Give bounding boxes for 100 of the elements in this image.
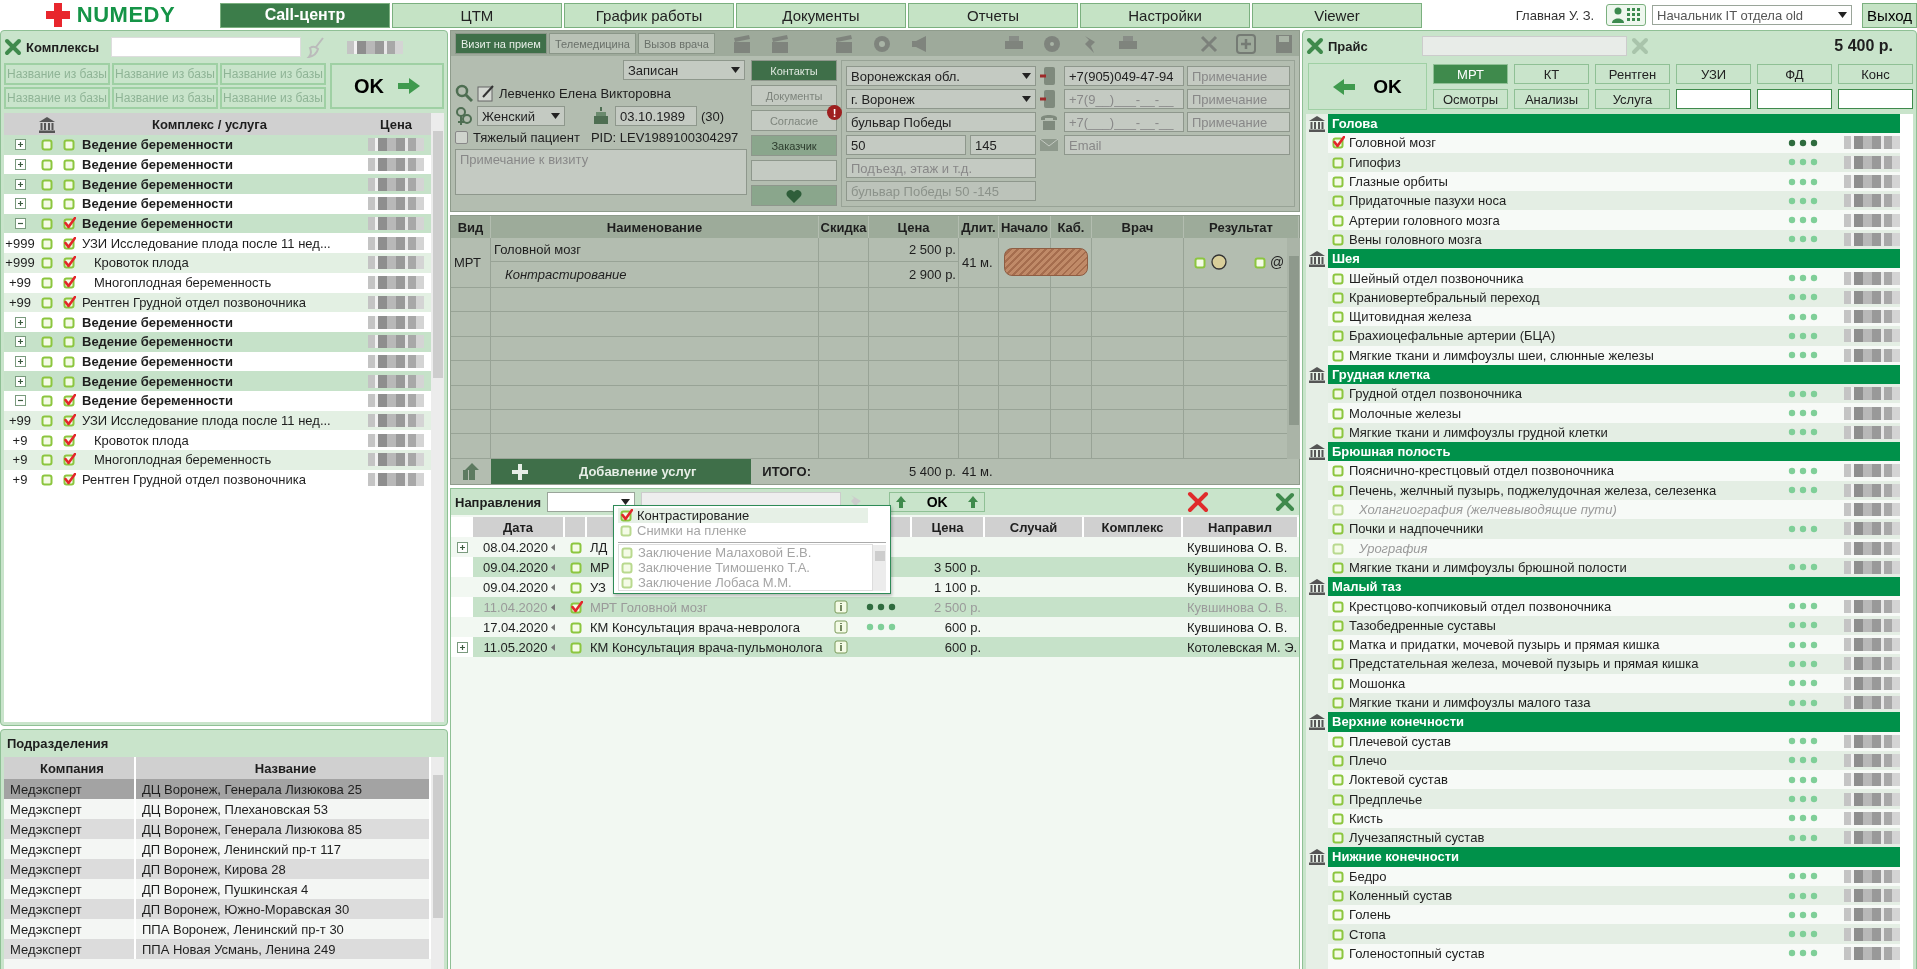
table-cell: Медэксперт	[4, 939, 136, 959]
table-cell: 600 р.	[944, 639, 981, 655]
count-label: +99	[8, 412, 32, 428]
email-mark: @	[1270, 254, 1285, 271]
checkbox-label: Тяжелый пациент	[473, 130, 580, 145]
user-name: Главная У. З.	[1515, 7, 1595, 23]
table-cell: КМ Консультация врача-невролога	[590, 619, 800, 635]
table-cell: МРТ	[454, 254, 481, 270]
service-option: Холангиография (желчевыводящие пути)	[1349, 502, 1840, 518]
service-name: Мошонка	[1349, 675, 1407, 691]
service-name: Предплечье	[1349, 791, 1424, 807]
service-name: Многоплодная беременность	[94, 452, 272, 468]
service-name: Коленный сустав	[1349, 888, 1454, 903]
panel-title: Направления	[455, 494, 542, 510]
count-label: +9	[12, 452, 28, 468]
service-name: Ведение беременности	[82, 176, 233, 192]
table-cell: 2 500 р.	[869, 238, 959, 263]
service-name: Мягкие ткани и лимфоузлы брюшной полости	[1349, 559, 1628, 575]
column-header: Цена	[912, 517, 985, 537]
panel-title: Подразделения	[6, 735, 110, 753]
column-header: Случай	[985, 517, 1084, 537]
section-header: Нижние конечности	[1328, 847, 1900, 867]
count-label: +999	[5, 255, 35, 271]
service-name: УЗИ Исследование плода после 11 нед...	[82, 412, 331, 428]
table-cell: Кувшинова О. В.	[1187, 579, 1288, 595]
table-cell: 2 900 р.	[909, 267, 956, 283]
table-cell: Медэксперт	[4, 859, 136, 879]
service-name: Матка и придатки, мочевой пузырь и прямая кишка	[1349, 637, 1661, 653]
count-label: +9	[12, 432, 28, 448]
service-name: Придаточные пазухи носа	[1349, 193, 1508, 209]
panel-title: Комплексы	[26, 39, 100, 55]
table-cell: 11.04.2020	[483, 599, 548, 615]
table-cell: Контрастирование	[505, 267, 627, 283]
column-header: Цена	[379, 116, 413, 132]
service-name: Брахиоцефальные артерии (БЦА)	[1349, 328, 1557, 344]
column-header: Комплекс / услуга	[151, 116, 268, 132]
service-name: Многоплодная беременность	[94, 275, 272, 291]
app-logo: NUMEDY	[76, 2, 176, 28]
table-cell: КМ Консультация врача-пульмонолога	[590, 639, 823, 655]
service-name: Почки и надпочечники	[1349, 521, 1485, 537]
patient-id: PID: LEV1989100304297	[590, 130, 739, 145]
count-label: +9	[12, 472, 28, 488]
service-name: Ведение беременности	[82, 216, 233, 232]
service-name: УЗИ Исследование плода после 11 нед...	[82, 235, 331, 251]
table-cell: ЛД	[590, 539, 608, 555]
table-cell: 11.05.2020	[483, 639, 548, 655]
service-name: Краниовертебральный переход	[1349, 289, 1541, 305]
service-name: Тазобедренные суставы	[1349, 617, 1497, 633]
table-cell: 2 500 р.	[934, 599, 981, 615]
service-name: Ведение беременности	[82, 353, 233, 369]
table-cell: Котолевская М. Э.	[1187, 639, 1298, 655]
service-name: Гипофиз	[1349, 154, 1402, 170]
service-name: Локтевой сустав	[1349, 772, 1449, 788]
service-name: Рентген Грудной отдел позвоночника	[82, 294, 306, 310]
service-option: Урография	[1349, 540, 1840, 556]
service-name: Головной мозг	[1349, 135, 1437, 151]
service-name: Шейный отдел позвоночника	[1349, 270, 1525, 286]
service-name: Лучезапястный сустав	[1349, 830, 1486, 846]
table-cell: Кувшинова О. В.	[1187, 539, 1288, 555]
service-name: Кровоток плода	[94, 432, 189, 448]
service-name: Молочные железы	[1349, 405, 1463, 421]
table-cell: Медэксперт	[4, 779, 136, 799]
service-name: Плечо	[1349, 752, 1388, 768]
service-name: Щитовидная железа	[1349, 309, 1473, 325]
total-price: 5 400 р.	[1834, 37, 1894, 55]
patient-name: Левченко Елена Викторовна	[499, 85, 672, 101]
service-name: Плечевой сустав	[1349, 733, 1452, 749]
table-cell: 09.04.2020	[482, 579, 549, 595]
service-name: Голень	[1349, 907, 1392, 923]
service-name: Стопа	[1349, 926, 1387, 942]
service-name: Артерии головного мозга	[1349, 212, 1501, 228]
count-label: +99	[8, 294, 32, 310]
table-cell: УЗ	[590, 579, 606, 595]
service-name: Ведение беременности	[82, 393, 233, 409]
service-name: Мягкие ткани и лимфоузлы малого таза	[1349, 695, 1592, 711]
table-cell: 41 м.	[962, 254, 993, 270]
service-name: Вены головного мозга	[1349, 231, 1483, 247]
service-name: Крестцово-копчиковый отдел позвоночника	[1349, 598, 1613, 614]
service-name: Ведение беременности	[82, 373, 233, 389]
section-header: Брюшная полость	[1328, 442, 1900, 462]
panel-title: Прайс	[1328, 38, 1368, 54]
service-name: Пояснично-крестцовый отдел позвоночника	[1349, 463, 1615, 479]
section-header: Малый таз	[1328, 577, 1900, 597]
service-name: Бедро	[1349, 868, 1388, 884]
age-label: (30)	[701, 108, 725, 124]
table-cell: 600 р.	[944, 619, 981, 635]
service-name: Грудной отдел позвоночника	[1349, 386, 1523, 402]
table-cell: 3 500 р.	[934, 559, 981, 575]
table-cell: 1 100 р.	[934, 579, 981, 595]
service-name: Глазные орбиты	[1349, 174, 1449, 190]
total-duration: 41 м.	[961, 464, 994, 479]
service-name: Ведение беременности	[82, 196, 233, 212]
column-header: Комплекс	[1084, 517, 1183, 537]
table-cell: Медэксперт	[4, 899, 136, 919]
table-cell: МРТ Головной мозг	[590, 599, 708, 615]
total-price: 5 400 р.	[908, 464, 957, 479]
count-label: +99	[8, 275, 32, 291]
table-cell: Медэксперт	[4, 819, 136, 839]
count-label: +999	[5, 235, 35, 251]
service-name: Печень, желчный пузырь, поджелудочная железа, селезенка	[1349, 482, 1718, 498]
